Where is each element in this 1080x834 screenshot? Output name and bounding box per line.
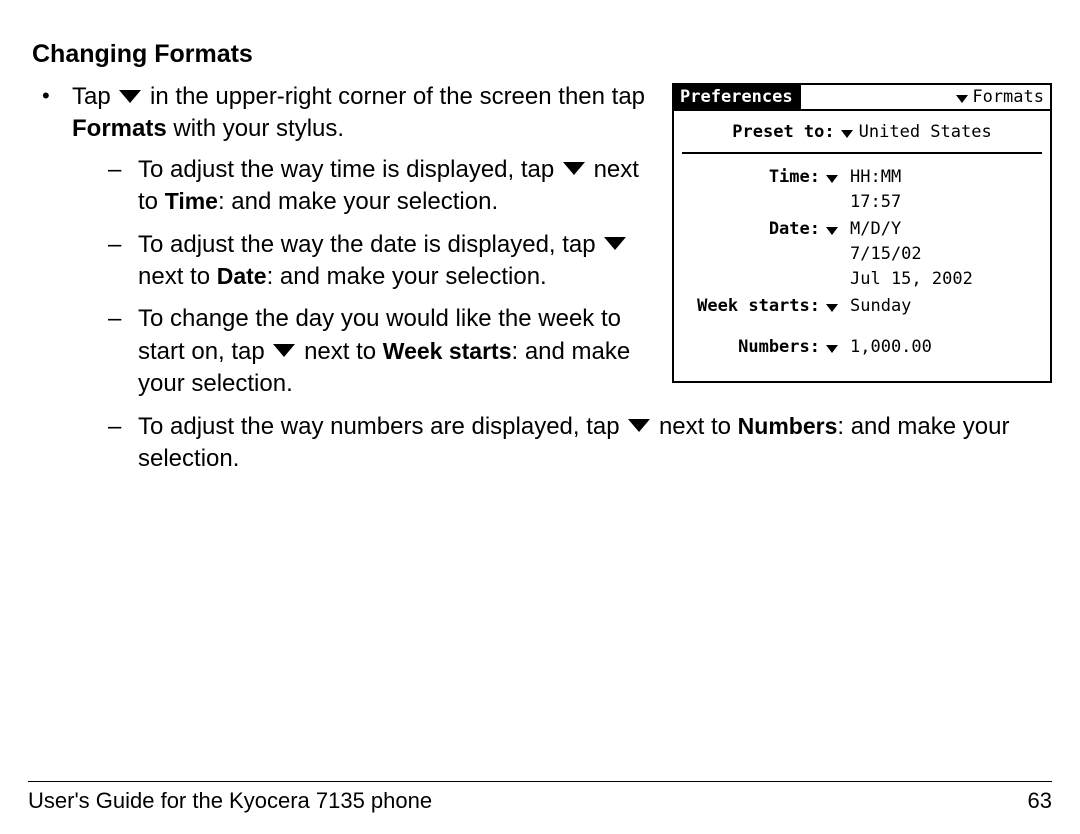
text: next to [138, 263, 217, 290]
footer-title: User's Guide for the Kyocera 7135 phone [28, 788, 432, 814]
sub-instruction-numbers: To adjust the way numbers are displayed,… [138, 411, 1052, 476]
dropdown-icon [273, 344, 295, 357]
dropdown-icon [563, 162, 585, 175]
time-keyword: Time [165, 188, 218, 214]
text: in the upper-right corner of the screen … [150, 83, 645, 110]
text: next to [659, 413, 738, 440]
sub-instruction-date: To adjust the way the date is displayed,… [138, 229, 1052, 294]
text: with your stylus. [167, 115, 344, 142]
date-keyword: Date [217, 263, 267, 289]
text: next to [304, 338, 383, 365]
text: : and make your selection. [267, 263, 547, 290]
text: To adjust the way numbers are displayed,… [138, 413, 626, 440]
text: To adjust the way the date is displayed,… [138, 231, 602, 258]
text: : and make your selection. [218, 188, 498, 215]
week-keyword: Week starts [383, 338, 512, 364]
formats-keyword: Formats [72, 115, 167, 142]
sub-instruction-time: To adjust the way time is displayed, tap… [138, 154, 1052, 219]
numbers-keyword: Numbers [738, 413, 838, 439]
page-number: 63 [1028, 788, 1052, 814]
content-area: Preferences Formats Preset to: United St… [28, 81, 1052, 475]
sub-instruction-week: To change the day you would like the wee… [138, 303, 1052, 400]
dropdown-icon [604, 237, 626, 250]
dropdown-icon [119, 90, 141, 103]
text: Tap [72, 83, 117, 110]
dropdown-icon [628, 419, 650, 432]
text: To adjust the way time is displayed, tap [138, 156, 561, 183]
section-heading: Changing Formats [32, 40, 1052, 69]
page-footer: User's Guide for the Kyocera 7135 phone … [28, 781, 1052, 814]
instruction-list: Tap in the upper-right corner of the scr… [28, 81, 1052, 475]
sub-instruction-list: To adjust the way time is displayed, tap… [72, 154, 1052, 476]
instruction-bullet-1: Tap in the upper-right corner of the scr… [72, 81, 1052, 475]
